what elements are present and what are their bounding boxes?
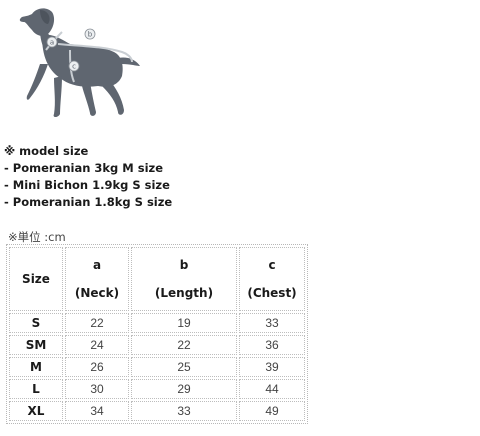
marker-c-icon: c bbox=[68, 60, 80, 72]
size-row: SM 24 22 36 bbox=[9, 335, 305, 355]
chest-cell: 33 bbox=[239, 313, 305, 333]
size-cell: S bbox=[9, 313, 63, 333]
model-note-line: - Mini Bichon 1.9kg S size bbox=[4, 178, 170, 192]
neck-cell: 26 bbox=[65, 357, 129, 377]
size-row: M 26 25 39 bbox=[9, 357, 305, 377]
unit-label: ※単位 :cm bbox=[8, 230, 66, 244]
marker-b-icon: b bbox=[84, 28, 96, 40]
header-chest-letter: c bbox=[268, 258, 276, 272]
header-length-letter: b bbox=[179, 258, 189, 272]
header-neck: a (Neck) bbox=[65, 247, 129, 311]
size-cell: L bbox=[9, 379, 63, 399]
neck-cell: 30 bbox=[65, 379, 129, 399]
header-size: Size bbox=[9, 247, 63, 311]
size-cell: XL bbox=[9, 401, 63, 421]
neck-cell: 24 bbox=[65, 335, 129, 355]
marker-a-icon: a bbox=[46, 36, 58, 48]
neck-cell: 34 bbox=[65, 401, 129, 421]
header-length: b (Length) bbox=[131, 247, 237, 311]
model-note-line: - Pomeranian 1.8kg S size bbox=[4, 195, 173, 209]
model-note-line: - Pomeranian 3kg M size bbox=[4, 161, 164, 175]
chest-cell: 44 bbox=[239, 379, 305, 399]
size-row: XL 34 33 49 bbox=[9, 401, 305, 421]
length-cell: 29 bbox=[131, 379, 237, 399]
header-chest-label: (Chest) bbox=[247, 286, 297, 300]
header-neck-label: (Neck) bbox=[74, 286, 120, 300]
length-cell: 19 bbox=[131, 313, 237, 333]
length-cell: 22 bbox=[131, 335, 237, 355]
header-chest: c (Chest) bbox=[239, 247, 305, 311]
dog-measurement-illustration: a b c bbox=[19, 8, 140, 117]
size-chart-table: Size a (Neck) b (Length) c (Chest) S 22 … bbox=[6, 244, 308, 424]
svg-text:a: a bbox=[50, 39, 54, 47]
size-cell: SM bbox=[9, 335, 63, 355]
model-size-notes: ※ model size - Pomeranian 3kg M size - M… bbox=[4, 143, 172, 211]
size-cell: M bbox=[9, 357, 63, 377]
svg-text:c: c bbox=[72, 63, 76, 71]
size-row: L 30 29 44 bbox=[9, 379, 305, 399]
size-table-header-row: Size a (Neck) b (Length) c (Chest) bbox=[9, 247, 305, 311]
svg-text:b: b bbox=[88, 31, 93, 39]
length-cell: 25 bbox=[131, 357, 237, 377]
model-size-title: ※ model size bbox=[4, 144, 89, 158]
header-neck-letter: a bbox=[92, 258, 102, 272]
length-cell: 33 bbox=[131, 401, 237, 421]
chest-cell: 39 bbox=[239, 357, 305, 377]
neck-cell: 22 bbox=[65, 313, 129, 333]
chest-cell: 49 bbox=[239, 401, 305, 421]
chest-cell: 36 bbox=[239, 335, 305, 355]
size-row: S 22 19 33 bbox=[9, 313, 305, 333]
header-length-label: (Length) bbox=[154, 286, 214, 300]
